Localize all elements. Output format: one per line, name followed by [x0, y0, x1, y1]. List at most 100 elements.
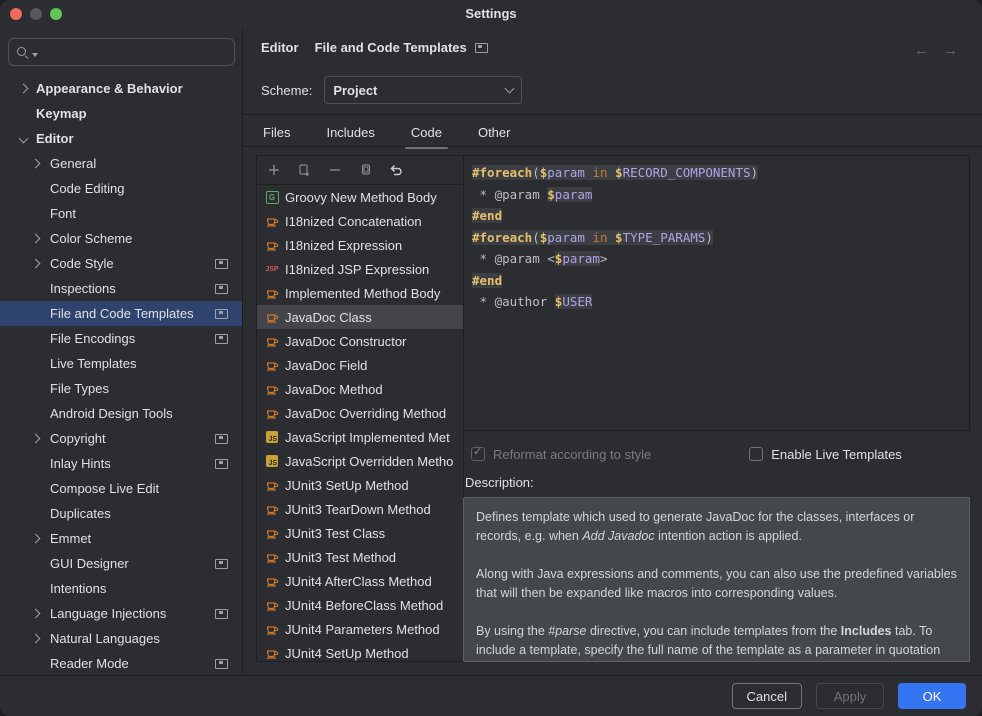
- template-list-item[interactable]: JUnit3 TearDown Method: [257, 497, 463, 521]
- sidebar-item-android-design-tools[interactable]: Android Design Tools: [0, 401, 242, 426]
- enable-live-templates-checkbox[interactable]: [749, 447, 763, 461]
- settings-search-field[interactable]: [8, 38, 235, 66]
- template-name: JavaDoc Overriding Method: [285, 406, 446, 421]
- chevron-right-icon[interactable]: [19, 84, 29, 94]
- template-list-item[interactable]: JUnit4 AfterClass Method: [257, 569, 463, 593]
- sidebar-item-editor[interactable]: Editor: [0, 126, 242, 151]
- template-list-item[interactable]: JSPI18nized JSP Expression: [257, 257, 463, 281]
- sidebar-item-inlay-hints[interactable]: Inlay Hints: [0, 451, 242, 476]
- template-name: JavaScript Overridden Metho: [285, 454, 453, 469]
- content-area: GGroovy New Method Body I18nized Concaten…: [243, 147, 982, 676]
- template-editor[interactable]: #foreach($param in $RECORD_COMPONENTS) *…: [463, 155, 970, 431]
- add-template-button[interactable]: [267, 163, 281, 177]
- search-options-chevron-icon[interactable]: [32, 53, 38, 57]
- chevron-right-icon[interactable]: [31, 434, 41, 444]
- template-tabs: Files Includes Code Other: [261, 118, 512, 146]
- description-box[interactable]: Defines template which used to generate …: [463, 497, 970, 662]
- chevron-right-icon[interactable]: [31, 634, 41, 644]
- template-name: JavaDoc Constructor: [285, 334, 406, 349]
- chevron-right-icon[interactable]: [31, 609, 41, 619]
- reset-to-default-button[interactable]: [388, 163, 403, 178]
- sidebar-item-label: File and Code Templates: [50, 306, 194, 321]
- template-list-item[interactable]: JUnit4 Parameters Method: [257, 617, 463, 641]
- template-list-item[interactable]: JSJavaScript Overridden Metho: [257, 449, 463, 473]
- scheme-dropdown[interactable]: Project: [324, 76, 522, 104]
- template-name: JUnit4 SetUp Method: [285, 646, 409, 661]
- sidebar-item-label: Android Design Tools: [50, 406, 173, 421]
- sidebar-item-language-injections[interactable]: Language Injections: [0, 601, 242, 626]
- template-name: I18nized Concatenation: [285, 214, 422, 229]
- tab-files[interactable]: Files: [261, 121, 292, 144]
- template-list-item[interactable]: I18nized Concatenation: [257, 209, 463, 233]
- screen-icon: [215, 459, 228, 469]
- template-name: JavaDoc Method: [285, 382, 383, 397]
- chevron-down-icon: [505, 84, 515, 94]
- sidebar-item-compose-live-edit[interactable]: Compose Live Edit: [0, 476, 242, 501]
- template-list-item[interactable]: JavaDoc Field: [257, 353, 463, 377]
- chevron-right-icon[interactable]: [31, 259, 41, 269]
- template-list-item[interactable]: JSJavaScript Implemented Met: [257, 425, 463, 449]
- code-line: * @param $param: [472, 184, 961, 206]
- sidebar-item-label: Live Templates: [50, 356, 136, 371]
- forward-arrow-icon[interactable]: →: [943, 42, 958, 59]
- sidebar-item-color-scheme[interactable]: Color Scheme: [0, 226, 242, 251]
- search-input[interactable]: [41, 44, 228, 61]
- sidebar-item-copyright[interactable]: Copyright: [0, 426, 242, 451]
- template-list-item[interactable]: JavaDoc Constructor: [257, 329, 463, 353]
- screen-icon: [215, 434, 228, 444]
- template-list-item[interactable]: I18nized Expression: [257, 233, 463, 257]
- cancel-button[interactable]: Cancel: [732, 683, 802, 709]
- chevron-right-icon[interactable]: [31, 234, 41, 244]
- sidebar-item-file-types[interactable]: File Types: [0, 376, 242, 401]
- template-list-item[interactable]: JUnit3 Test Class: [257, 521, 463, 545]
- tab-other[interactable]: Other: [476, 121, 513, 144]
- sidebar-item-label: Reader Mode: [50, 656, 129, 671]
- screen-icon: [215, 334, 228, 344]
- breadcrumb-editor[interactable]: Editor: [261, 40, 299, 55]
- template-list-item[interactable]: GGroovy New Method Body: [257, 185, 463, 209]
- back-arrow-icon[interactable]: ←: [914, 42, 929, 59]
- template-list-item[interactable]: JUnit4 SetUp Method: [257, 641, 463, 661]
- template-list-item[interactable]: JUnit4 BeforeClass Method: [257, 593, 463, 617]
- sidebar-item-code-style[interactable]: Code Style: [0, 251, 242, 276]
- sidebar-item-file-encodings[interactable]: File Encodings: [0, 326, 242, 351]
- breadcrumb: Editor File and Code Templates: [261, 40, 488, 55]
- sidebar-item-file-and-code-templates[interactable]: File and Code Templates: [0, 301, 242, 326]
- chevron-right-icon[interactable]: [31, 159, 41, 169]
- ok-button[interactable]: OK: [898, 683, 966, 709]
- template-list-item[interactable]: Implemented Method Body: [257, 281, 463, 305]
- java-cup-icon: [265, 214, 279, 228]
- breadcrumb-page: File and Code Templates: [315, 40, 467, 55]
- template-name: Implemented Method Body: [285, 286, 440, 301]
- sidebar-item-label: Code Editing: [50, 181, 124, 196]
- apply-button[interactable]: Apply: [816, 683, 884, 709]
- sidebar-item-font[interactable]: Font: [0, 201, 242, 226]
- remove-template-button[interactable]: [328, 163, 342, 177]
- copy-template-button[interactable]: [358, 163, 372, 177]
- sidebar-item-emmet[interactable]: Emmet: [0, 526, 242, 551]
- sidebar-item-reader-mode[interactable]: Reader Mode: [0, 651, 242, 676]
- create-from-template-button[interactable]: [297, 163, 312, 178]
- sidebar-item-code-editing[interactable]: Code Editing: [0, 176, 242, 201]
- java-cup-icon: [265, 310, 279, 324]
- sidebar-item-inspections[interactable]: Inspections: [0, 276, 242, 301]
- sidebar-item-general[interactable]: General: [0, 151, 242, 176]
- sidebar-item-live-templates[interactable]: Live Templates: [0, 351, 242, 376]
- sidebar-item-keymap[interactable]: Keymap: [0, 101, 242, 126]
- template-list-item[interactable]: JavaDoc Overriding Method: [257, 401, 463, 425]
- chevron-right-icon[interactable]: [31, 534, 41, 544]
- template-list-item[interactable]: JavaDoc Class: [257, 305, 463, 329]
- java-cup-icon: [265, 574, 279, 588]
- tab-code[interactable]: Code: [409, 121, 444, 144]
- sidebar-item-intentions[interactable]: Intentions: [0, 576, 242, 601]
- tab-includes[interactable]: Includes: [324, 121, 376, 144]
- template-list-item[interactable]: JUnit3 SetUp Method: [257, 473, 463, 497]
- screen-icon: [215, 609, 228, 619]
- chevron-down-icon[interactable]: [19, 134, 29, 144]
- sidebar-item-natural-languages[interactable]: Natural Languages: [0, 626, 242, 651]
- template-list-item[interactable]: JUnit3 Test Method: [257, 545, 463, 569]
- sidebar-item-appearance-behavior[interactable]: Appearance & Behavior: [0, 76, 242, 101]
- sidebar-item-gui-designer[interactable]: GUI Designer: [0, 551, 242, 576]
- template-list-item[interactable]: JavaDoc Method: [257, 377, 463, 401]
- sidebar-item-duplicates[interactable]: Duplicates: [0, 501, 242, 526]
